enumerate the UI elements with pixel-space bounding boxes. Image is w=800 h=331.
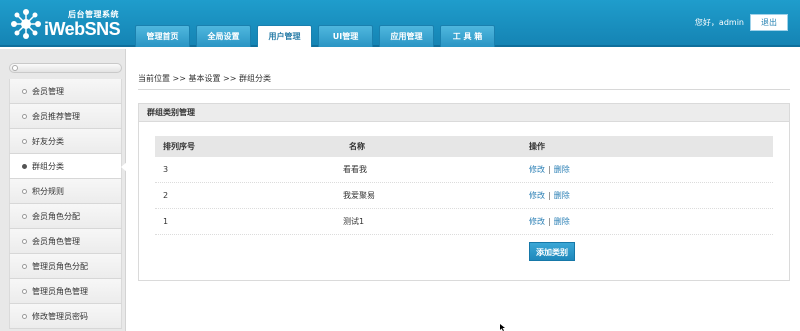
logo[interactable]: 后台管理系统 iWebSNS (10, 6, 130, 42)
sidebar-toggle-icon (12, 65, 18, 71)
bullet-icon (22, 88, 27, 94)
row-actions: 修改 | 删除 (529, 216, 773, 227)
sidebar-item-label: 群组分类 (32, 161, 64, 171)
sidebar-item-label: 积分规则 (32, 186, 64, 196)
sidebar-menu: 会员管理 会员推荐管理 好友分类 群组分类 积分规则 会员角色分配 会员角色管理 (9, 79, 127, 329)
tab-home[interactable]: 管理首页 (135, 25, 190, 47)
row-order: 1 (163, 217, 169, 226)
user-greeting: 您好，admin (694, 18, 744, 27)
panel-title: 群组类别管理 (139, 104, 789, 122)
sidebar-item-label: 管理员角色管理 (32, 286, 88, 296)
sidebar-item-group-category[interactable]: 群组分类 (9, 154, 127, 179)
breadcrumb: 当前位置 >> 基本设置 >> 群组分类 (138, 70, 790, 90)
user-box: 您好，admin 退出 (695, 14, 788, 31)
logo-title: iWebSNS (44, 19, 121, 39)
row-actions: 修改 | 删除 (529, 164, 773, 175)
sidebar-item-label: 会员管理 (32, 86, 64, 96)
separator: | (548, 217, 551, 226)
sidebar-item-member-role-manage[interactable]: 会员角色管理 (9, 229, 122, 254)
bullet-icon (22, 188, 27, 194)
category-table: 排列序号 名称 操作 3 看看我 修改 | 删除 2 我爱聚易 修改 | 删除 1 测试… (155, 136, 773, 235)
sidebar-item-label: 管理员角色分配 (32, 261, 88, 271)
sidebar-item-points-rules[interactable]: 积分规则 (9, 179, 122, 204)
delete-link[interactable]: 删除 (554, 217, 570, 226)
sidebar-item-friend-category[interactable]: 好友分类 (9, 129, 122, 154)
bullet-icon (22, 313, 27, 319)
sidebar-item-label: 修改管理员密码 (32, 311, 88, 321)
separator: | (548, 165, 551, 174)
group-category-panel: 群组类别管理 排列序号 名称 操作 3 看看我 修改 | 删除 2 我爱聚易 修改 |… (138, 103, 790, 281)
tab-toolbox[interactable]: 工 具 箱 (440, 25, 495, 47)
edit-link[interactable]: 修改 (529, 165, 545, 174)
sidebar-item-member-role-assign[interactable]: 会员角色分配 (9, 204, 122, 229)
bullet-icon (22, 238, 27, 244)
bullet-icon (22, 288, 27, 294)
logo-network-icon (11, 9, 41, 39)
row-order: 2 (163, 191, 169, 200)
row-name: 看看我 (343, 165, 367, 174)
bullet-icon (22, 138, 27, 144)
column-order-header: 排列序号 (163, 142, 195, 151)
row-actions: 修改 | 删除 (529, 190, 773, 201)
sidebar-item-label: 会员角色管理 (32, 236, 80, 246)
row-order: 3 (163, 165, 169, 174)
row-name: 我爱聚易 (343, 191, 375, 200)
logout-button[interactable]: 退出 (750, 14, 788, 31)
bullet-active-icon (22, 163, 27, 169)
tab-app-management[interactable]: 应用管理 (379, 25, 434, 47)
bullet-icon (22, 263, 27, 269)
bullet-icon (22, 113, 27, 119)
sidebar-item-label: 会员角色分配 (32, 211, 80, 221)
table-row: 2 我爱聚易 修改 | 删除 (155, 183, 773, 209)
edit-link[interactable]: 修改 (529, 191, 545, 200)
sidebar-item-member-recommend[interactable]: 会员推荐管理 (9, 104, 122, 129)
sidebar-item-label: 好友分类 (32, 136, 64, 146)
tab-user-management[interactable]: 用户管理 (257, 25, 312, 47)
tab-ui-management[interactable]: UI管理 (318, 25, 373, 47)
sidebar-collapse-bar[interactable] (9, 63, 122, 73)
delete-link[interactable]: 删除 (554, 165, 570, 174)
sidebar-item-member-management[interactable]: 会员管理 (9, 79, 122, 104)
top-header: 后台管理系统 iWebSNS 管理首页 全局设置 用户管理 UI管理 应用管理 … (0, 0, 800, 47)
mouse-cursor-icon (500, 324, 505, 331)
edit-link[interactable]: 修改 (529, 217, 545, 226)
sidebar-item-admin-role-manage[interactable]: 管理员角色管理 (9, 279, 122, 304)
table-row: 1 测试1 修改 | 删除 (155, 209, 773, 235)
sidebar-item-change-admin-password[interactable]: 修改管理员密码 (9, 304, 122, 329)
sidebar-item-admin-role-assign[interactable]: 管理员角色分配 (9, 254, 122, 279)
separator: | (548, 191, 551, 200)
main-nav: 管理首页 全局设置 用户管理 UI管理 应用管理 工 具 箱 (135, 25, 501, 47)
bullet-icon (22, 213, 27, 219)
row-name: 测试1 (343, 217, 365, 226)
table-row: 3 看看我 修改 | 删除 (155, 157, 773, 183)
add-category-button[interactable]: 添加类别 (529, 242, 575, 261)
table-header: 排列序号 名称 操作 (155, 136, 773, 157)
tab-global-settings[interactable]: 全局设置 (196, 25, 251, 47)
delete-link[interactable]: 删除 (554, 191, 570, 200)
column-name-header: 名称 (349, 142, 365, 151)
sidebar-item-label: 会员推荐管理 (32, 111, 80, 121)
sidebar: 会员管理 会员推荐管理 好友分类 群组分类 积分规则 会员角色分配 会员角色管理 (0, 49, 127, 331)
column-actions-header: 操作 (529, 142, 545, 151)
